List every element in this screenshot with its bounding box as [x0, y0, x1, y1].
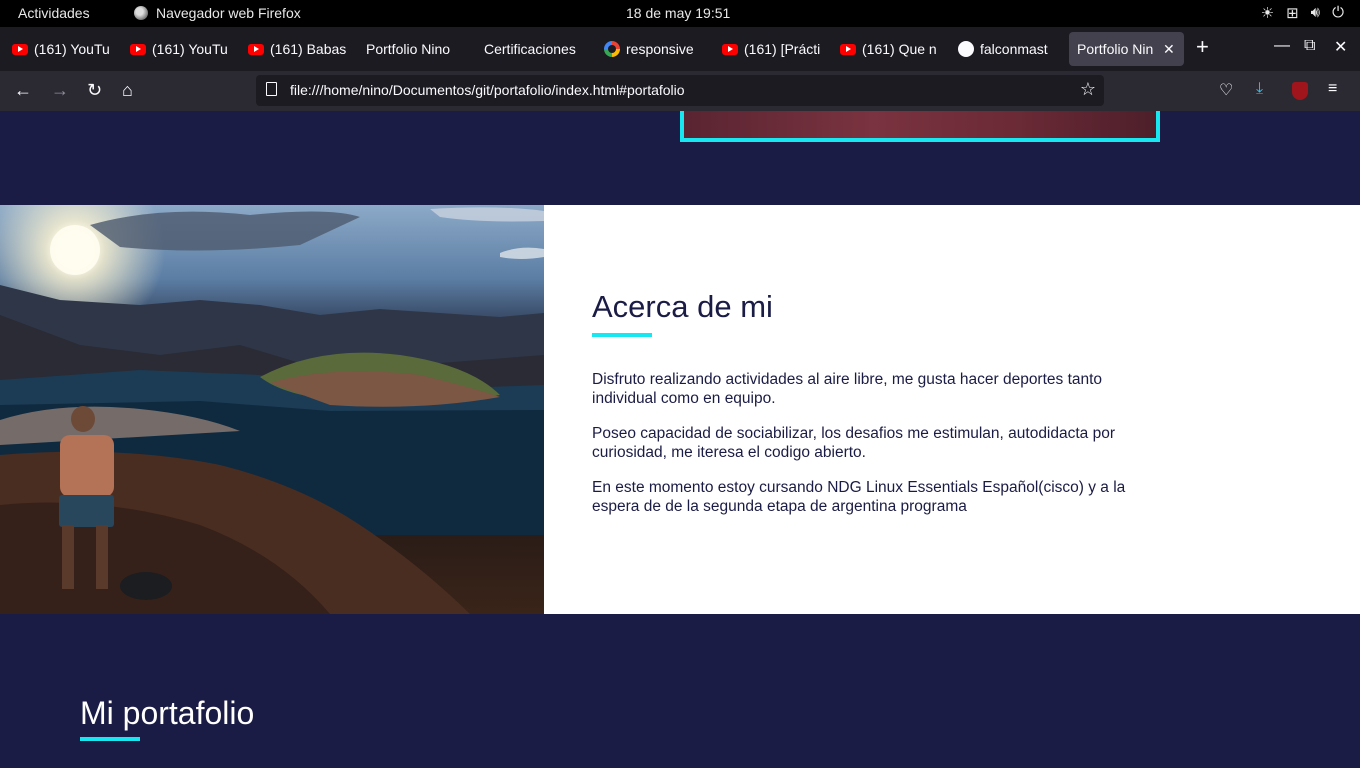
youtube-icon: [12, 43, 28, 55]
volume-icon[interactable]: 🔊︎: [1311, 4, 1320, 22]
pocket-icon[interactable]: ♡: [1219, 80, 1233, 100]
about-paragraph: Poseo capacidad de sociabilizar, los des…: [592, 425, 1116, 461]
close-window-icon[interactable]: ✕: [1334, 37, 1347, 57]
tab-label: (161) YouTu: [34, 41, 110, 57]
tab-label: Portfolio Nin: [1077, 41, 1154, 57]
heading-underline: [80, 737, 140, 741]
tab[interactable]: (161) YouTu: [122, 32, 236, 66]
about-paragraph: Disfruto realizando actividades al aire …: [592, 371, 1103, 407]
youtube-icon: [248, 43, 264, 55]
url-bar[interactable]: file:///home/nino/Documentos/git/portafo…: [256, 75, 1104, 106]
tab-label: (161) Que n: [862, 41, 937, 57]
brightness-icon[interactable]: ☀: [1261, 4, 1274, 22]
ublock-origin-icon[interactable]: [1292, 82, 1308, 100]
restore-icon[interactable]: ⧉: [1304, 37, 1315, 55]
tab-label: responsive: [626, 41, 694, 57]
tab[interactable]: (161) [Prácti: [714, 32, 828, 66]
power-icon[interactable]: ⏻: [1332, 4, 1344, 22]
about-heading: Acerca de mi: [592, 289, 773, 324]
tab-label: Certificaciones: [484, 41, 576, 57]
app-name: Navegador web Firefox: [156, 5, 301, 21]
tab-label: falconmast: [980, 41, 1048, 57]
url-text[interactable]: file:///home/nino/Documentos/git/portafo…: [290, 82, 685, 98]
github-icon: [958, 41, 974, 57]
app-menu[interactable]: Navegador web Firefox: [134, 5, 301, 21]
firefox-icon: [134, 6, 148, 20]
network-icon[interactable]: ⊞: [1286, 4, 1299, 22]
about-section: Acerca de mi Disfruto realizando activid…: [0, 205, 1360, 614]
tab[interactable]: Portfolio Nino: [358, 32, 472, 66]
forward-icon[interactable]: →: [51, 79, 69, 101]
tab-label: Portfolio Nino: [366, 41, 451, 57]
activities-button[interactable]: Actividades: [18, 5, 90, 21]
page-icon: [266, 82, 277, 96]
landscape-illustration: [0, 207, 544, 614]
navigation-toolbar: ← → ↻ ⌂ file:///home/nino/Documentos/git…: [0, 71, 1360, 111]
new-tab-button[interactable]: +: [1196, 35, 1209, 59]
tab[interactable]: (161) YouTu: [4, 32, 118, 66]
reload-icon[interactable]: ↻: [87, 79, 102, 101]
about-photo: [0, 205, 544, 614]
portfolio-heading: Mi portafolio: [80, 695, 255, 731]
system-top-bar: Actividades Navegador web Firefox 18 de …: [0, 0, 1360, 27]
tab[interactable]: (161) Que n: [832, 32, 946, 66]
tab-strip: (161) YouTu (161) YouTu (161) Babas Port…: [0, 27, 1360, 71]
page-viewport: Acerca de mi Disfruto realizando activid…: [0, 111, 1360, 768]
tab[interactable]: Certificaciones: [476, 32, 594, 66]
back-icon[interactable]: ←: [14, 79, 32, 101]
minimize-icon[interactable]: —: [1274, 37, 1290, 55]
bookmark-star-icon[interactable]: ☆: [1080, 79, 1096, 100]
about-text: Acerca de mi Disfruto realizando activid…: [592, 289, 1152, 516]
menu-icon[interactable]: ≡: [1328, 80, 1337, 98]
about-paragraph: En este momento estoy cursando NDG Linux…: [592, 479, 1126, 515]
heading-underline: [592, 333, 652, 337]
profile-photo-frame: [680, 111, 1160, 142]
close-tab-icon[interactable]: ✕: [1163, 41, 1175, 58]
tab-label: (161) [Prácti: [744, 41, 820, 57]
tab-active[interactable]: Portfolio Nin ✕: [1069, 32, 1184, 66]
tab[interactable]: falconmast: [950, 32, 1064, 66]
tab[interactable]: (161) Babas: [240, 32, 354, 66]
tab-label: (161) Babas: [270, 41, 346, 57]
system-tray[interactable]: ☀ ⊞ 🔊︎ ⏻: [1261, 4, 1344, 22]
google-icon: [604, 41, 620, 57]
downloads-icon[interactable]: ⤓: [1256, 80, 1263, 98]
youtube-icon: [130, 43, 146, 55]
youtube-icon: [722, 43, 738, 55]
youtube-icon: [840, 43, 856, 55]
tab[interactable]: responsive: [596, 32, 710, 66]
clock[interactable]: 18 de may 19:51: [626, 5, 730, 21]
tab-label: (161) YouTu: [152, 41, 228, 57]
home-icon[interactable]: ⌂: [122, 79, 133, 101]
